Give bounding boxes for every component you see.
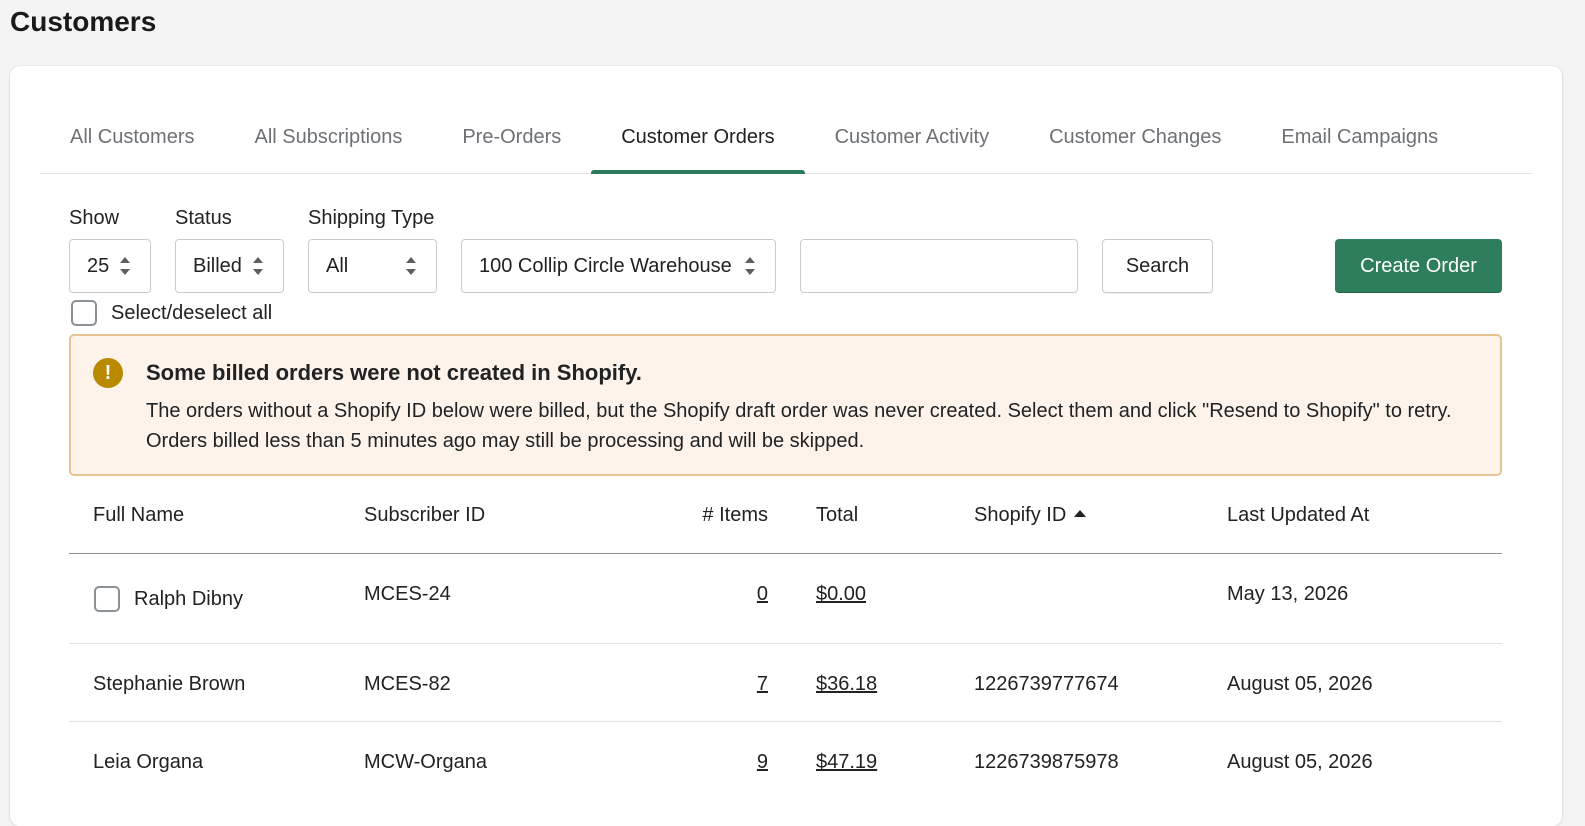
select-arrows-icon — [120, 257, 130, 275]
warehouse-select[interactable]: 100 Collip Circle Warehouse — [461, 239, 776, 293]
select-arrows-icon — [406, 257, 416, 275]
cell-full-name: Leia Organa — [93, 751, 204, 773]
shipping-type-select[interactable]: All — [308, 239, 437, 293]
exclamation-icon: ! — [93, 358, 123, 388]
create-order-button[interactable]: Create Order — [1335, 239, 1502, 293]
column-header-shopify-id[interactable]: Shopify ID — [974, 504, 1087, 527]
search-button[interactable]: Search — [1102, 239, 1213, 293]
cell-last-updated: May 13, 2026 — [1227, 583, 1349, 605]
shipping-type-label: Shipping Type — [308, 207, 435, 229]
show-select[interactable]: 25 — [69, 239, 151, 293]
cell-items-link[interactable]: 0 — [757, 583, 768, 605]
select-arrows-icon — [253, 257, 263, 275]
tab-customer-orders[interactable]: Customer Orders — [591, 105, 805, 174]
cell-subscriber-id: MCES-82 — [364, 673, 451, 695]
table-row: Leia Organa MCW-Organa 9 $47.19 12267398… — [69, 722, 1502, 800]
warning-banner: ! Some billed orders were not created in… — [69, 334, 1502, 476]
tab-all-subscriptions[interactable]: All Subscriptions — [224, 105, 432, 173]
cell-last-updated: August 05, 2026 — [1227, 751, 1373, 773]
column-header-full-name[interactable]: Full Name — [93, 504, 184, 527]
column-header-shopify-id-label: Shopify ID — [974, 504, 1067, 526]
status-select[interactable]: Billed — [175, 239, 284, 293]
status-select-value: Billed — [193, 255, 242, 277]
warehouse-select-value: 100 Collip Circle Warehouse — [479, 255, 732, 277]
cell-total-link[interactable]: $47.19 — [816, 751, 877, 773]
show-label: Show — [69, 207, 120, 229]
table-row: Ralph Dibny MCES-24 0 $0.00 May 13, 2026 — [69, 554, 1502, 644]
customers-card: All Customers All Subscriptions Pre-Orde… — [10, 66, 1562, 826]
cell-shopify-id: 1226739777674 — [974, 673, 1119, 695]
cell-items-link[interactable]: 9 — [757, 751, 768, 773]
cell-total-link[interactable]: $0.00 — [816, 583, 866, 605]
page-title: Customers — [10, 6, 157, 37]
banner-title: Some billed orders were not created in S… — [146, 360, 642, 385]
column-header-items[interactable]: # Items — [668, 504, 768, 527]
column-header-subscriber-id[interactable]: Subscriber ID — [364, 504, 485, 527]
status-label: Status — [175, 207, 232, 229]
cell-shopify-id: 1226739875978 — [974, 751, 1119, 773]
tab-pre-orders[interactable]: Pre-Orders — [432, 105, 591, 173]
select-all-checkbox[interactable] — [71, 300, 97, 326]
cell-full-name: Ralph Dibny — [134, 588, 243, 610]
column-header-total[interactable]: Total — [816, 504, 858, 527]
select-arrows-icon — [745, 257, 755, 275]
search-input[interactable] — [800, 239, 1078, 293]
sort-ascending-icon — [1074, 510, 1087, 517]
tab-bar: All Customers All Subscriptions Pre-Orde… — [40, 106, 1532, 174]
show-select-value: 25 — [87, 255, 110, 277]
row-checkbox[interactable] — [94, 586, 120, 612]
shipping-type-select-value: All — [326, 255, 349, 277]
tab-customer-activity[interactable]: Customer Activity — [805, 105, 1019, 173]
column-header-last-updated[interactable]: Last Updated At — [1227, 504, 1369, 527]
tab-customer-changes[interactable]: Customer Changes — [1019, 105, 1251, 173]
select-all-label: Select/deselect all — [111, 302, 273, 324]
table-row: Stephanie Brown MCES-82 7 $36.18 1226739… — [69, 644, 1502, 722]
banner-body: The orders without a Shopify ID below we… — [146, 400, 1452, 452]
cell-items-link[interactable]: 7 — [757, 673, 768, 695]
cell-full-name: Stephanie Brown — [93, 673, 246, 695]
cell-last-updated: August 05, 2026 — [1227, 673, 1373, 695]
cell-total-link[interactable]: $36.18 — [816, 673, 877, 695]
cell-subscriber-id: MCW-Organa — [364, 751, 487, 773]
cell-subscriber-id: MCES-24 — [364, 583, 451, 605]
tab-all-customers[interactable]: All Customers — [40, 105, 224, 173]
tab-email-campaigns[interactable]: Email Campaigns — [1251, 105, 1468, 173]
